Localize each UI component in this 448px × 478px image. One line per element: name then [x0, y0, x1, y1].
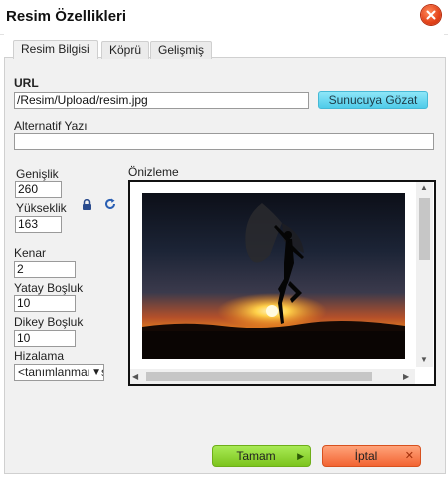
height-label: Yükseklik — [16, 201, 67, 215]
cancel-button-label: İptal — [354, 449, 378, 463]
height-input[interactable]: 163 — [15, 216, 62, 233]
alt-text-input[interactable] — [14, 133, 434, 150]
lock-icon[interactable] — [82, 198, 92, 210]
tab-advanced[interactable]: Gelişmiş — [150, 41, 213, 59]
url-input[interactable]: /Resim/Upload/resim.jpg — [14, 92, 309, 109]
close-button[interactable] — [421, 5, 441, 25]
cancel-button[interactable]: İptal ✕ — [322, 445, 421, 467]
hspace-label: Yatay Boşluk — [14, 281, 84, 295]
alt-text-label: Alternatif Yazı — [14, 119, 88, 133]
browse-server-button[interactable]: Sunucuya Gözat — [318, 91, 428, 109]
preview-horizontal-scroll-thumb[interactable] — [146, 372, 372, 381]
ok-button[interactable]: Tamam ▶ — [212, 445, 311, 467]
vspace-label: Dikey Boşluk — [14, 315, 84, 329]
close-icon — [426, 10, 436, 20]
scroll-right-arrow-icon[interactable]: ▶ — [403, 372, 409, 382]
arrow-right-icon: ▶ — [297, 451, 304, 461]
align-select[interactable]: <tanımlanmamış> ▼ — [14, 364, 104, 381]
preview-label: Önizleme — [128, 165, 179, 179]
ok-button-label: Tamam — [236, 449, 276, 463]
width-input[interactable]: 260 — [15, 181, 62, 198]
close-icon: ✕ — [404, 450, 414, 462]
border-label: Kenar — [14, 246, 47, 260]
vspace-input[interactable]: 10 — [14, 330, 76, 347]
align-label: Hizalama — [14, 349, 65, 363]
preview-vertical-scroll-thumb[interactable] — [419, 198, 430, 260]
scroll-down-arrow-icon[interactable]: ▼ — [420, 355, 428, 365]
width-label: Genişlik — [16, 167, 59, 181]
border-input[interactable]: 2 — [14, 261, 76, 278]
reset-size-icon[interactable] — [104, 198, 116, 210]
tab-image-info[interactable]: Resim Bilgisi — [13, 40, 98, 59]
url-label: URL — [14, 76, 39, 90]
chevron-down-icon: ▼ — [89, 365, 101, 380]
tab-link[interactable]: Köprü — [101, 41, 150, 59]
preview-image — [142, 193, 405, 359]
scroll-up-arrow-icon[interactable]: ▲ — [420, 183, 428, 193]
dialog-title: Resim Özellikleri — [6, 8, 127, 25]
scroll-left-arrow-icon[interactable]: ◀ — [132, 372, 138, 382]
hspace-input[interactable]: 10 — [14, 295, 76, 312]
